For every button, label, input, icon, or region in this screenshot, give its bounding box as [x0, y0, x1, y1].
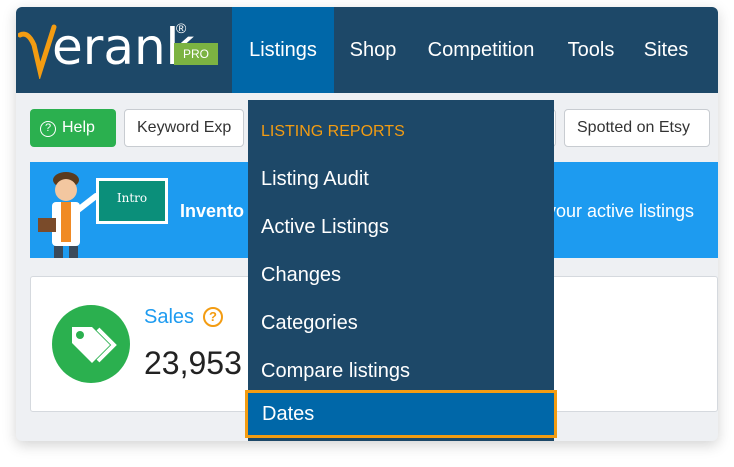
intro-board: Intro — [96, 178, 168, 224]
menu-item-changes[interactable]: Changes — [248, 251, 554, 299]
top-navbar: erank ® PRO Listings Shop Competition To… — [16, 7, 718, 93]
menu-item-listing-audit[interactable]: Listing Audit — [248, 155, 554, 203]
sales-label: Sales — [144, 306, 195, 328]
listings-dropdown-menu: LISTING REPORTS Listing Audit Active Lis… — [245, 100, 557, 441]
app-window: erank ® PRO Listings Shop Competition To… — [16, 7, 718, 441]
nav-sites[interactable]: Sites — [636, 7, 696, 93]
keyword-explorer-button[interactable]: Keyword Exp — [124, 109, 244, 147]
nav-listings[interactable]: Listings — [232, 7, 334, 93]
banner-description: l your active listings — [538, 201, 695, 221]
registered-mark: ® — [176, 20, 187, 36]
nav-tools[interactable]: Tools — [558, 7, 624, 93]
menu-item-dates[interactable]: Dates — [245, 390, 557, 438]
sales-value: 23,953 — [144, 345, 242, 381]
spotted-on-etsy-button[interactable]: Spotted on Etsy — [564, 109, 710, 147]
help-label: Help — [62, 119, 95, 136]
sales-tag-icon — [52, 305, 130, 383]
nav-competition[interactable]: Competition — [416, 7, 546, 93]
menu-item-active-listings[interactable]: Active Listings — [248, 203, 554, 251]
menu-item-compare-listings[interactable]: Compare listings — [248, 347, 554, 395]
nav-shop[interactable]: Shop — [338, 7, 408, 93]
pro-badge: PRO — [174, 43, 218, 65]
menu-item-categories[interactable]: Categories — [248, 299, 554, 347]
board-label: Intro — [116, 191, 148, 205]
erank-logo[interactable]: erank ® PRO — [16, 17, 221, 79]
banner-title: Invento — [180, 201, 245, 221]
dropdown-section-header: LISTING REPORTS — [261, 123, 405, 140]
help-icon: ? — [40, 121, 56, 137]
help-button[interactable]: ? Help — [30, 109, 116, 147]
presenter-illustration-icon — [38, 172, 99, 258]
sales-help-icon[interactable]: ? — [203, 307, 223, 327]
